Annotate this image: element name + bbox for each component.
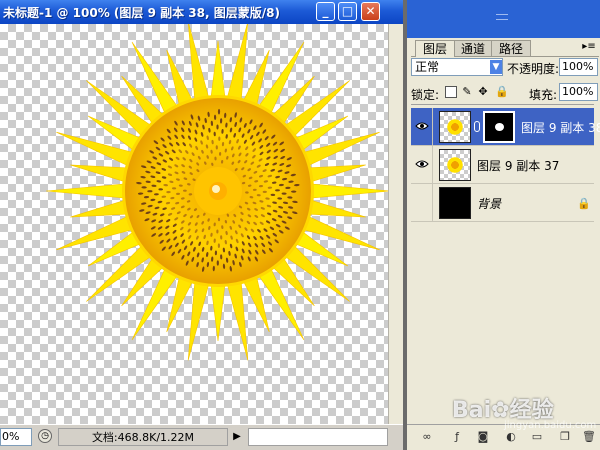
layer-thumbnail[interactable] [439, 187, 471, 219]
lock-position-icon[interactable]: ✥ [477, 86, 489, 98]
layer-row[interactable]: 图层 9 副本 37 [411, 146, 594, 184]
petal [306, 164, 366, 183]
layer-row[interactable]: 背景 🔒 [411, 184, 594, 222]
close-button[interactable]: ✕ [361, 2, 380, 21]
fill-label: 填充: [529, 88, 558, 102]
document-title: 未标题-1 @ 100% (图层 9 副本 38, 图层蒙版/8) [3, 6, 280, 20]
layer-style-icon[interactable]: ƒ [449, 430, 465, 444]
petal [226, 279, 249, 361]
document-titlebar[interactable]: 未标题-1 @ 100% (图层 9 副本 38, 图层蒙版/8) _ □ ✕ [0, 0, 403, 24]
link-layers-icon[interactable]: ∞ [419, 430, 435, 444]
maximize-button[interactable]: □ [338, 2, 357, 21]
layer-name[interactable]: 图层 9 副本 37 [477, 157, 559, 174]
watermark-url: jingyan.baidu.com [504, 420, 597, 431]
layer-name[interactable]: 图层 9 副本 38 [521, 119, 600, 136]
horizontal-scrollbar[interactable] [248, 428, 388, 446]
chevron-down-icon[interactable]: ▼ [490, 60, 502, 74]
sunflower-image [45, 24, 388, 361]
seed [216, 124, 219, 130]
panel-menu-icon[interactable]: ▸≡ [581, 40, 597, 54]
lock-all-icon[interactable]: 🔒 [495, 86, 509, 98]
eye-icon [415, 160, 429, 168]
eye-icon [415, 122, 429, 130]
layers-list: 图层 9 副本 38 图层 9 副本 37 背景 🔒 [411, 104, 600, 424]
petal [187, 279, 210, 361]
document-window: 未标题-1 @ 100% (图层 9 副本 38, 图层蒙版/8) _ □ ✕ [0, 0, 403, 450]
petal [131, 266, 179, 341]
watermark-brand: Bai [452, 398, 492, 423]
play-arrow-icon[interactable]: ▶ [230, 428, 244, 446]
new-layer-icon[interactable]: ❐ [557, 430, 573, 444]
chain-icon[interactable] [474, 121, 480, 132]
lock-icon: 🔒 [577, 197, 591, 210]
clock-icon: ◷ [38, 429, 52, 443]
tab-channels[interactable]: 通道 [453, 40, 493, 56]
layer-name[interactable]: 背景 [477, 195, 501, 212]
mask-icon[interactable]: ◙ [475, 430, 491, 444]
sunflower-thumbnail-icon [446, 118, 464, 136]
petal [257, 41, 305, 116]
visibility-toggle[interactable] [411, 146, 433, 183]
petal [188, 24, 210, 103]
petal [131, 41, 179, 116]
fill-field[interactable]: 100% [559, 83, 598, 101]
blend-mode-select[interactable]: 正常 ▼ [411, 58, 503, 76]
petal [306, 199, 366, 218]
tab-layers[interactable]: 图层 [415, 40, 455, 57]
vertical-scrollbar[interactable] [388, 24, 403, 424]
grip-icon[interactable] [495, 14, 508, 20]
lock-transparency-icon[interactable] [445, 86, 457, 98]
sunflower-thumbnail-icon [446, 156, 464, 174]
folder-icon[interactable]: ▭ [529, 430, 545, 444]
opacity-field[interactable]: 100% [559, 58, 598, 76]
lock-image-icon[interactable]: ✎ [461, 86, 473, 98]
zoom-field[interactable]: 0% [0, 428, 32, 446]
layer-row[interactable]: 图层 9 副本 38 [411, 108, 600, 146]
seed [147, 190, 153, 193]
document-size: 文档:468.8K/1.22M [58, 428, 228, 446]
tab-paths[interactable]: 路径 [491, 40, 531, 56]
petal [210, 282, 226, 342]
petal [70, 164, 130, 183]
panel-titlebar[interactable] [407, 0, 600, 38]
layers-panel: 图层 通道 路径 ▸≡ 正常 ▼ 不透明度: 100% 锁定: ✎ ✥ 🔒 填充… [407, 0, 600, 450]
canvas[interactable] [0, 24, 388, 424]
minimize-button[interactable]: _ [316, 2, 335, 21]
petal [226, 24, 248, 103]
visibility-toggle[interactable] [411, 184, 433, 221]
opacity-label: 不透明度: [507, 62, 560, 76]
layer-thumbnail[interactable] [439, 149, 471, 181]
status-bar: 0% ◷ 文档:468.8K/1.22M ▶ [0, 424, 403, 450]
petal [45, 183, 127, 199]
mask-thumbnail[interactable] [483, 111, 515, 143]
petal [257, 266, 305, 341]
petal [210, 40, 226, 100]
lock-label: 锁定: [411, 88, 440, 102]
mask-shape [495, 123, 504, 131]
petal [309, 183, 388, 199]
layer-thumbnail[interactable] [439, 111, 471, 143]
blend-mode-value: 正常 [415, 60, 440, 74]
trash-icon[interactable]: 🗑 [581, 430, 597, 444]
seed [291, 190, 297, 193]
petal [70, 199, 130, 218]
visibility-toggle[interactable] [411, 108, 433, 145]
seed [216, 260, 219, 266]
adjustment-icon[interactable]: ◐ [503, 430, 519, 444]
